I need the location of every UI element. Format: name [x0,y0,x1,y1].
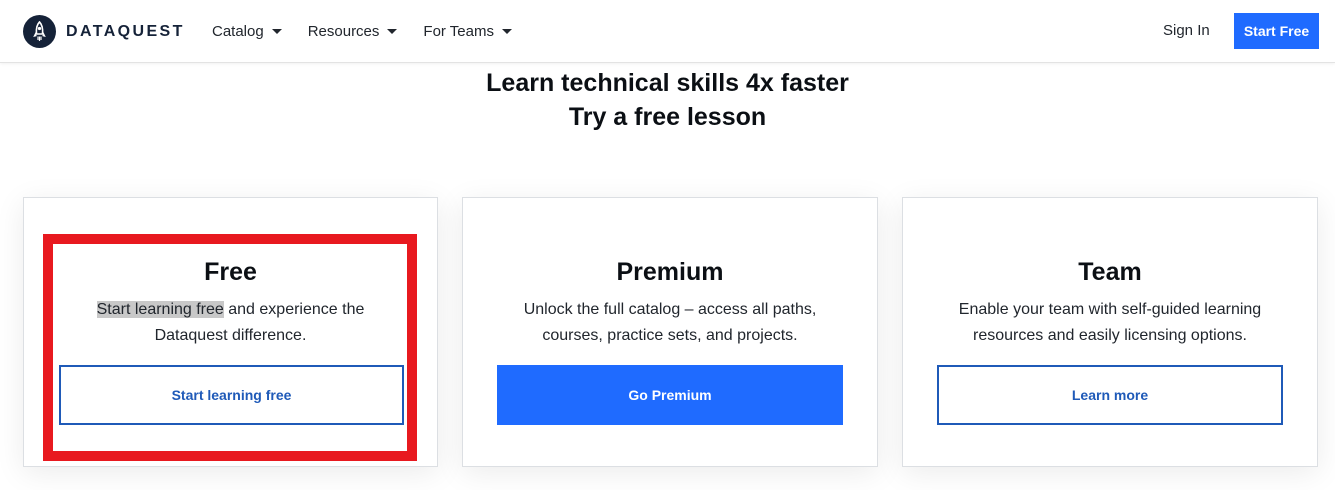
team-desc-line2: resources and easily licensing options. [973,327,1247,344]
rocket-icon [23,15,56,48]
premium-desc-line1: Unlock the full catalog – access all pat… [523,301,817,318]
chevron-down-icon [271,29,282,34]
nav-for-teams-label: For Teams [423,23,494,40]
free-plan-title: Free [204,258,257,286]
team-plan-card: Team Enable your team with self-guided l… [902,197,1318,467]
free-plan-card: Free Start learning free and experience … [23,197,438,467]
sign-in-link[interactable]: Sign In [1163,22,1210,39]
hero-title: Learn technical skills 4x faster [486,69,849,97]
main-nav: Catalog Resources For Teams [212,0,538,63]
team-desc-line1: Enable your team with self-guided learni… [958,301,1262,318]
team-plan-title: Team [1078,258,1142,286]
logo-text: DATAQUEST [66,22,185,40]
premium-plan-card: Premium Unlock the full catalog – access… [462,197,878,467]
free-plan-description: Start learning free and experience the D… [54,297,407,349]
free-desc-line2: Dataquest difference. [154,327,307,344]
nav-catalog-label: Catalog [212,23,264,40]
start-learning-free-button[interactable]: Start learning free [59,365,404,425]
nav-for-teams[interactable]: For Teams [423,23,512,40]
site-header: DATAQUEST Catalog Resources For Teams Si… [0,0,1335,63]
start-free-button[interactable]: Start Free [1234,13,1319,49]
learn-more-button[interactable]: Learn more [937,365,1283,425]
chevron-down-icon [387,29,398,34]
hero-heading: Learn technical skills 4x faster Try a f… [0,66,1335,134]
premium-desc-line2: courses, practice sets, and projects. [542,327,798,344]
go-premium-button[interactable]: Go Premium [497,365,843,425]
nav-catalog[interactable]: Catalog [212,23,282,40]
selected-text: Start learning free [96,301,224,318]
team-plan-description: Enable your team with self-guided learni… [933,297,1287,349]
chevron-down-icon [501,29,512,34]
dataquest-logo[interactable]: DATAQUEST [23,15,185,48]
premium-plan-description: Unlock the full catalog – access all pat… [493,297,847,349]
free-desc-rest: and experience the [223,301,365,318]
nav-resources-label: Resources [307,23,380,40]
hero-subtitle: Try a free lesson [568,103,767,131]
nav-resources[interactable]: Resources [308,23,398,40]
premium-plan-title: Premium [616,258,724,286]
